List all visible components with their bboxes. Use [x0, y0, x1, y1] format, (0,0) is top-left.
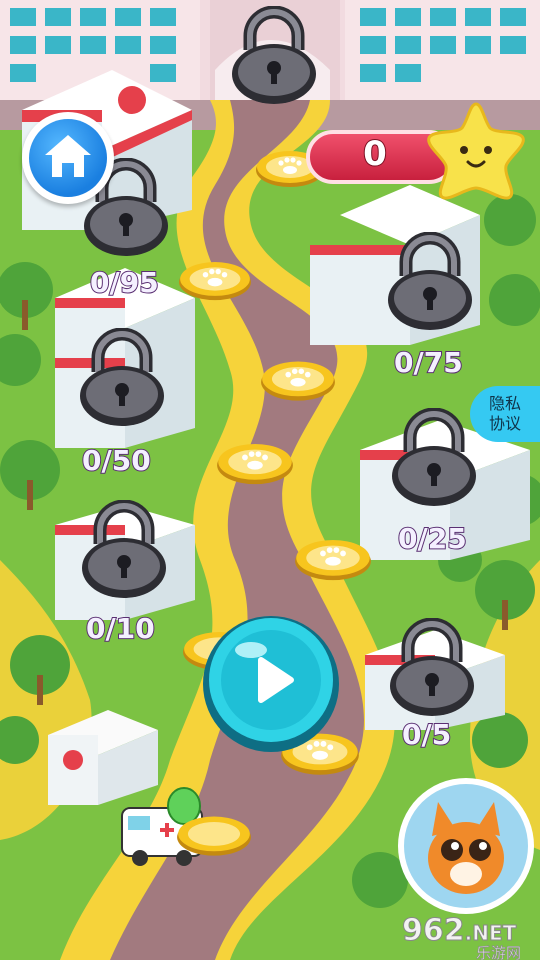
- paw-coin-icon: [178, 258, 252, 306]
- paw-coin-icon: [260, 358, 336, 406]
- lock-icon: [386, 618, 478, 718]
- play-button[interactable]: [203, 616, 339, 752]
- lock-icon: [388, 408, 480, 508]
- paw-coin-icon: [294, 536, 372, 586]
- level-progress: 0/10: [85, 611, 156, 646]
- level-progress: 0/25: [397, 521, 468, 556]
- paw-coin-icon: [216, 440, 294, 490]
- level-progress: 0/75: [393, 345, 464, 380]
- home-button-face: [29, 119, 107, 197]
- level-progress: 0/95: [89, 265, 160, 300]
- watermark-tagline: 乐游网: [476, 944, 521, 960]
- site-watermark: 962.NET 乐游网: [402, 913, 522, 960]
- lock-icon: [76, 328, 168, 428]
- cat-avatar: [398, 778, 534, 914]
- privacy-label-line2: 协议: [488, 414, 521, 433]
- watermark-suffix: .NET: [465, 921, 517, 945]
- home-button[interactable]: [22, 112, 114, 204]
- star-face-icon: [427, 102, 525, 200]
- play-icon: [209, 618, 333, 742]
- privacy-label-line1: 隐私: [488, 394, 521, 413]
- svg-text:962.NET: 962.NET: [402, 913, 517, 948]
- lock-icon: [228, 6, 320, 106]
- level-progress: 0/50: [81, 443, 152, 478]
- score-value: 0: [362, 133, 388, 175]
- lock-icon: [384, 232, 476, 332]
- paw-coin-icon: [176, 812, 252, 862]
- privacy-agreement-button[interactable]: 隐私 协议: [470, 386, 540, 442]
- watermark-brand: 962: [402, 913, 465, 948]
- lock-icon: [78, 500, 170, 600]
- home-icon: [45, 135, 91, 177]
- level-progress: 0/5: [401, 717, 452, 752]
